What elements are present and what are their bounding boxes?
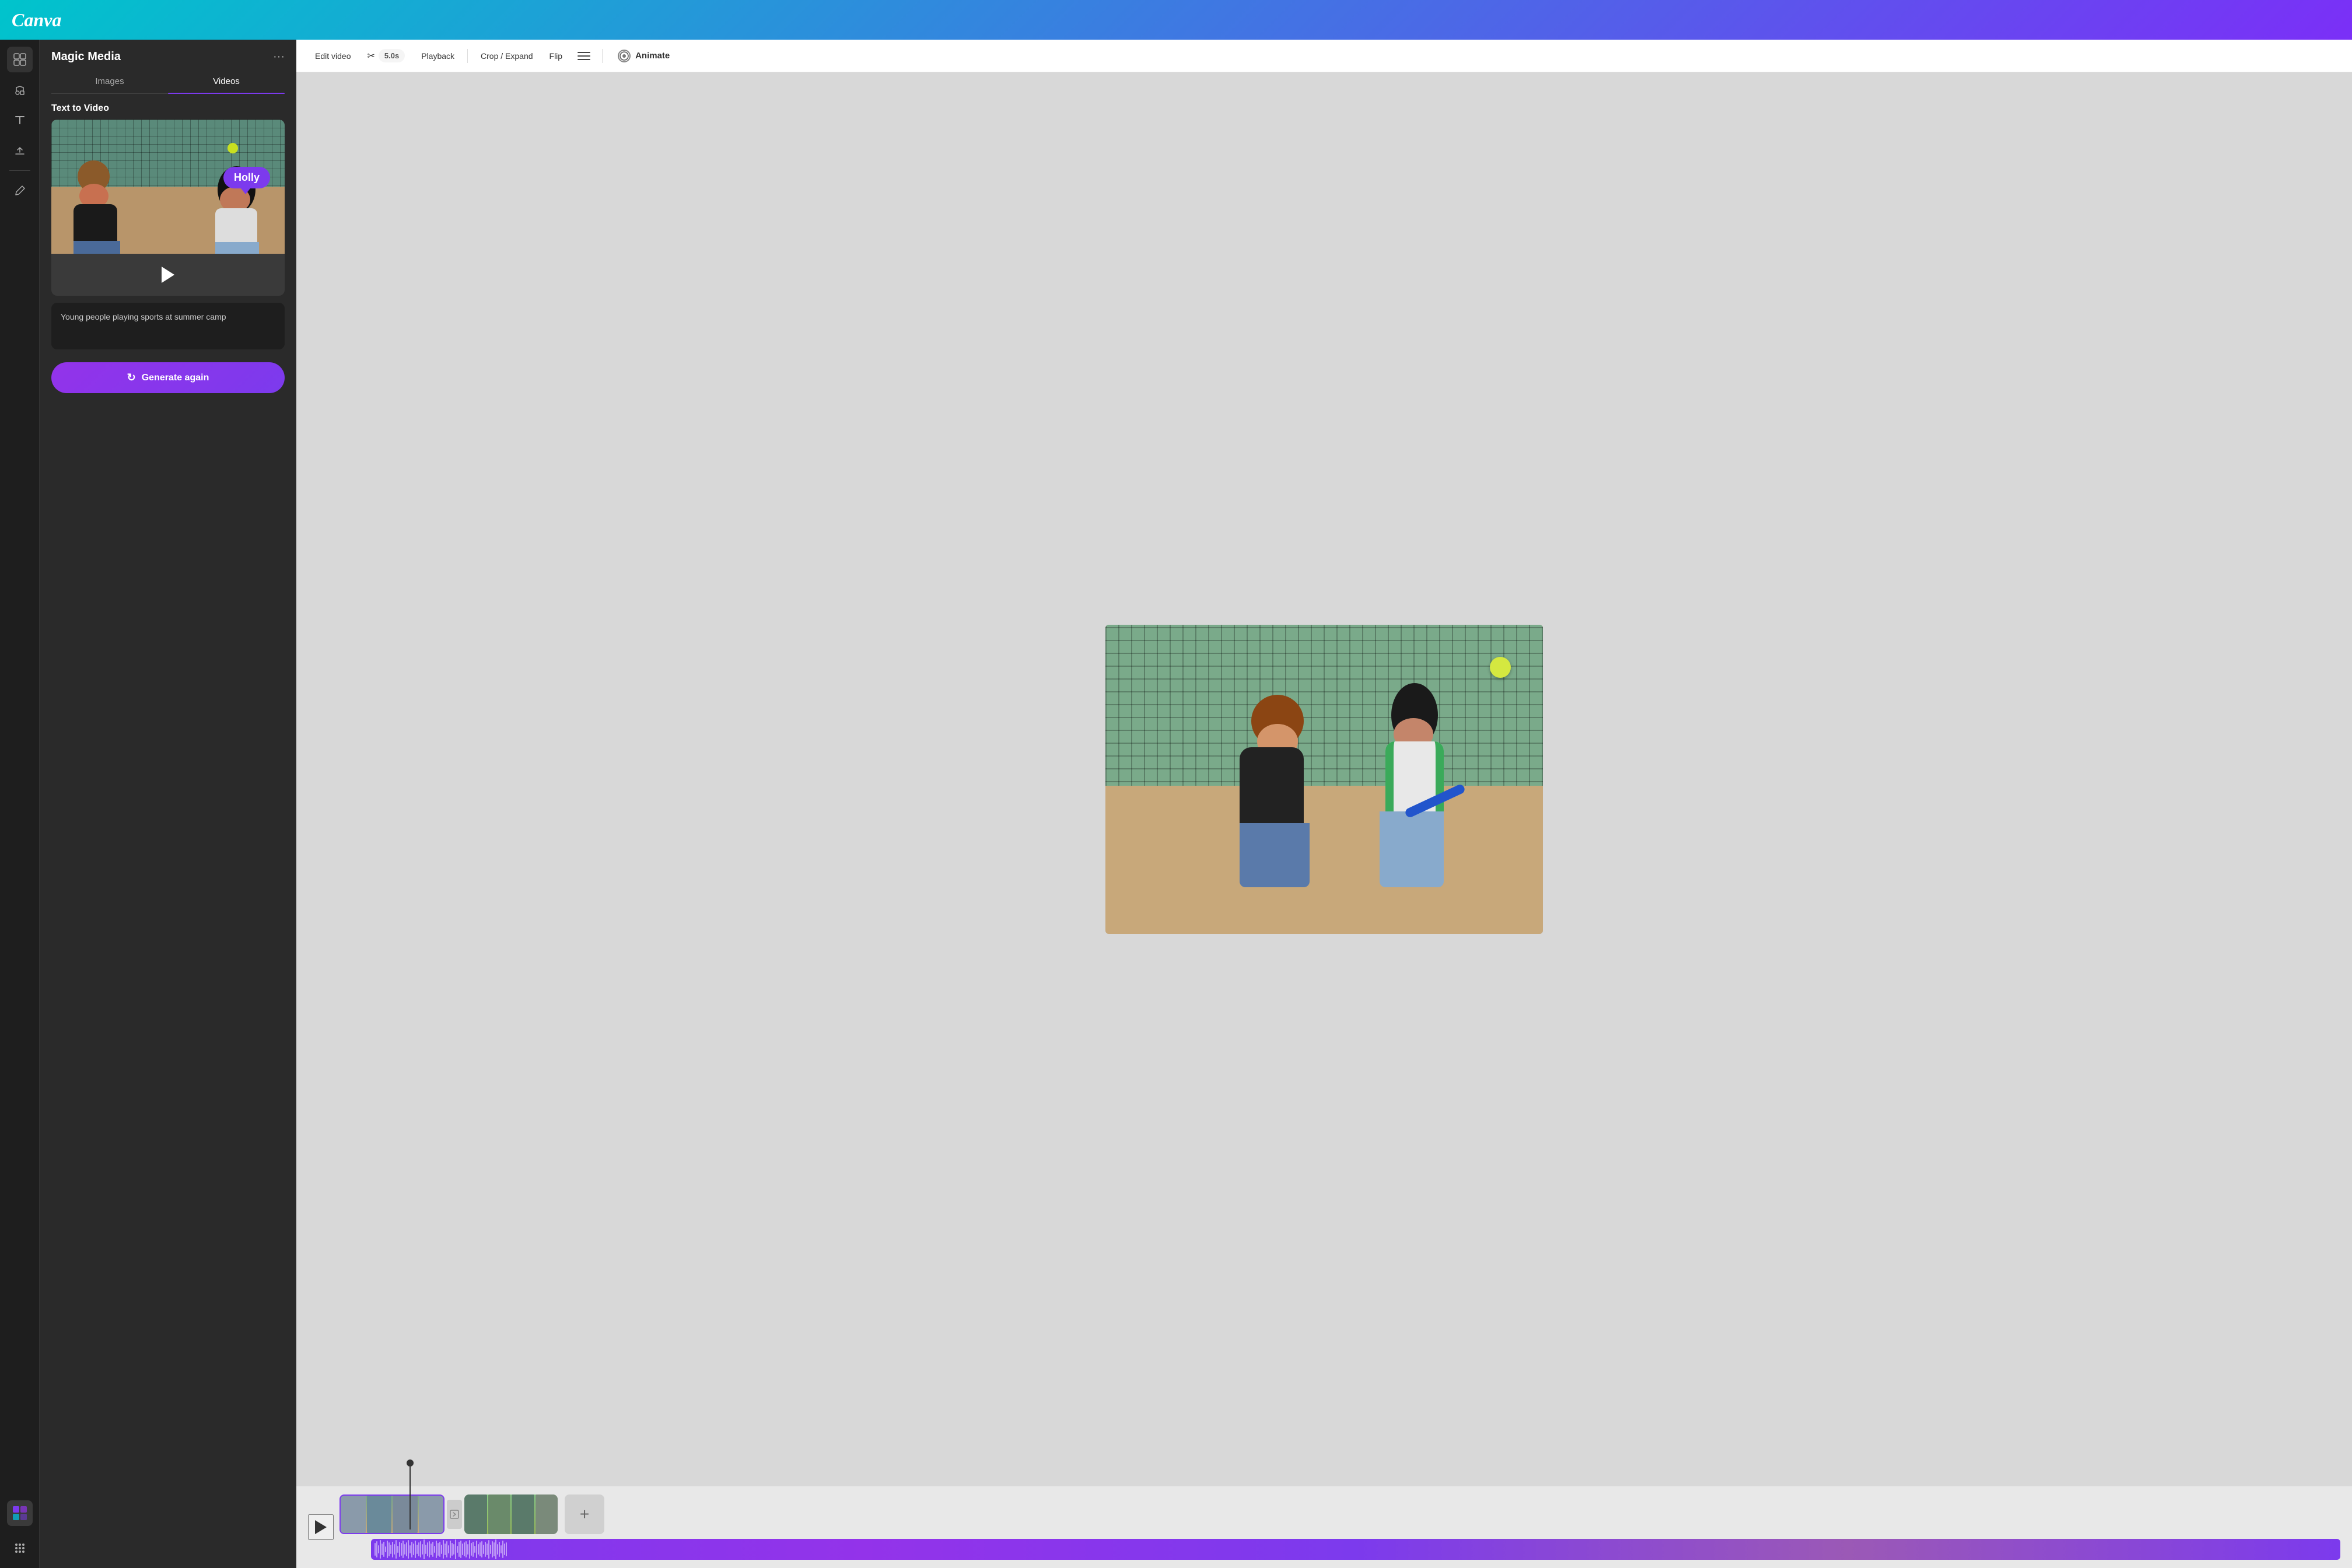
animate-icon xyxy=(618,50,631,62)
holly-label: Holly xyxy=(234,172,260,184)
audio-track[interactable] xyxy=(371,1539,2340,1560)
panel-header: Magic Media ··· xyxy=(40,40,296,71)
sidebar-item-draw[interactable] xyxy=(7,178,33,204)
sidebar-item-apps[interactable] xyxy=(7,1535,33,1561)
flip-label: Flip xyxy=(550,51,563,61)
clip-thumb-2 xyxy=(464,1494,558,1534)
canvas-area xyxy=(296,72,2352,1486)
main-figure-left xyxy=(1175,701,1304,899)
canva-logo: Canva xyxy=(12,9,61,31)
video-clip-1[interactable] xyxy=(340,1494,444,1534)
prompt-text: Young people playing sports at summer ca… xyxy=(61,311,275,323)
main-scene xyxy=(1105,625,1543,934)
main-tennis-ball xyxy=(1490,657,1511,678)
toolbar-separator-2 xyxy=(602,49,603,63)
tab-images[interactable]: Images xyxy=(51,71,168,93)
duration-label: 5.0s xyxy=(379,49,405,62)
main-figure-right xyxy=(1380,712,1496,899)
clip-transition-divider[interactable] xyxy=(447,1500,462,1529)
hamburger-menu-button[interactable] xyxy=(572,47,596,65)
animate-button[interactable]: Animate xyxy=(608,45,679,67)
sidebar-item-text[interactable] xyxy=(7,107,33,133)
panel-menu-button[interactable]: ··· xyxy=(273,50,285,64)
hamburger-icon xyxy=(578,52,590,53)
toolbar-separator-1 xyxy=(467,49,468,63)
sidebar-item-upload[interactable] xyxy=(7,138,33,163)
sidebar-divider xyxy=(9,170,30,171)
play-icon xyxy=(162,267,174,283)
jeans-left xyxy=(74,241,120,254)
clip-frame xyxy=(512,1494,534,1534)
shirt-right xyxy=(215,208,257,246)
timeline-playhead xyxy=(410,1460,411,1530)
generate-again-button[interactable]: ↻ Generate again xyxy=(51,362,285,393)
main-area: Magic Media ··· Images Videos Text to Vi… xyxy=(0,40,2352,1568)
panel-title: Magic Media xyxy=(51,50,121,64)
play-btn-area xyxy=(51,254,285,296)
crop-expand-label: Crop / Expand xyxy=(481,51,533,61)
video-preview-main xyxy=(1105,625,1543,934)
timeline-tracks: + xyxy=(334,1494,2340,1560)
clip-frame xyxy=(488,1494,511,1534)
right-person-jeans xyxy=(1380,811,1444,887)
clip-frame xyxy=(367,1496,392,1533)
playback-button[interactable]: Playback xyxy=(414,47,461,65)
video-thumbnail: Holly xyxy=(51,120,285,254)
animate-label: Animate xyxy=(635,51,670,61)
sidebar-item-elements[interactable] xyxy=(7,77,33,103)
top-header: Canva xyxy=(0,0,2352,40)
add-icon: + xyxy=(580,1505,589,1524)
flip-button[interactable]: Flip xyxy=(542,47,570,65)
edit-video-button[interactable]: Edit video xyxy=(308,47,358,65)
figure-left xyxy=(69,160,127,242)
tab-videos[interactable]: Videos xyxy=(168,71,285,93)
crop-expand-button[interactable]: Crop / Expand xyxy=(474,47,540,65)
sidebar-item-magic-media[interactable] xyxy=(7,1500,33,1526)
jacket-left xyxy=(74,204,117,245)
playback-label: Playback xyxy=(421,51,454,61)
tab-bar: Images Videos xyxy=(51,71,285,94)
holly-tooltip: Holly xyxy=(223,167,270,188)
clip-frame xyxy=(419,1496,444,1533)
scissors-icon: ✂ xyxy=(367,50,374,62)
scissors-duration-button[interactable]: ✂ 5.0s xyxy=(360,44,412,67)
hamburger-icon xyxy=(578,55,590,57)
icon-sidebar xyxy=(0,40,40,1568)
timeline-play-button[interactable] xyxy=(308,1514,334,1540)
audio-track-row xyxy=(340,1539,2340,1560)
left-person-jeans xyxy=(1240,823,1310,887)
video-card: Holly xyxy=(51,120,285,296)
left-person-jacket xyxy=(1240,747,1304,829)
clip-frame xyxy=(393,1496,418,1533)
play-button[interactable] xyxy=(155,262,181,288)
tennis-ball-small xyxy=(228,143,238,153)
video-clip-2[interactable] xyxy=(464,1494,558,1534)
refresh-icon: ↻ xyxy=(127,372,136,384)
generate-again-label: Generate again xyxy=(142,373,209,383)
left-panel: Magic Media ··· Images Videos Text to Vi… xyxy=(40,40,296,1568)
timeline-area: + xyxy=(296,1486,2352,1568)
timeline-play-icon xyxy=(315,1520,327,1534)
clip-frame xyxy=(464,1494,487,1534)
hamburger-icon xyxy=(578,59,590,60)
timeline-video-row: + xyxy=(340,1494,2340,1534)
add-clip-button[interactable]: + xyxy=(565,1494,604,1534)
prompt-area[interactable]: Young people playing sports at summer ca… xyxy=(51,303,285,349)
edit-video-label: Edit video xyxy=(315,51,351,61)
clip-frame xyxy=(536,1494,558,1534)
audio-waveform xyxy=(371,1539,510,1560)
clip-frame xyxy=(341,1496,366,1533)
clip-thumb-1 xyxy=(341,1496,443,1533)
top-toolbar: Edit video ✂ 5.0s Playback Crop / Expand… xyxy=(296,40,2352,72)
right-area: Edit video ✂ 5.0s Playback Crop / Expand… xyxy=(296,40,2352,1568)
sidebar-item-layout[interactable] xyxy=(7,47,33,72)
jeans-right xyxy=(215,242,259,254)
section-label: Text to Video xyxy=(40,94,296,120)
